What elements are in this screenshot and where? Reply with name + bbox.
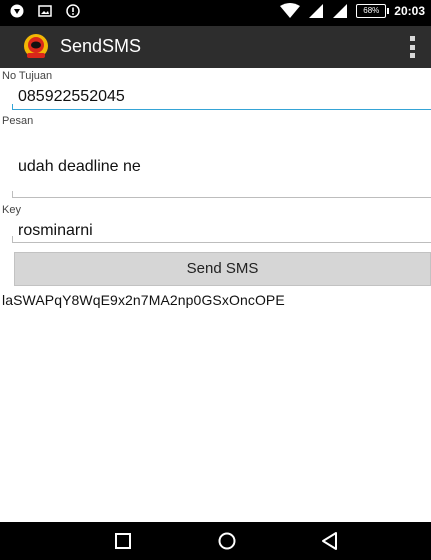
signal-app-icon bbox=[10, 4, 24, 18]
send-sms-button[interactable]: Send SMS bbox=[14, 252, 431, 286]
status-time: 20:03 bbox=[394, 4, 425, 18]
battery-icon: 68% bbox=[356, 4, 390, 18]
cell-signal-icon bbox=[309, 4, 324, 18]
home-icon[interactable] bbox=[215, 530, 239, 552]
battery-level: 68% bbox=[363, 6, 380, 15]
app-title: SendSMS bbox=[60, 36, 142, 56]
message-field[interactable]: udah deadline ne bbox=[12, 132, 431, 198]
recipient-label: No Tujuan bbox=[2, 70, 53, 82]
recipient-field-tick bbox=[12, 104, 13, 110]
image-icon bbox=[38, 5, 52, 17]
cell-signal-icon bbox=[333, 4, 348, 18]
alert-icon bbox=[66, 4, 80, 18]
app-logo-icon bbox=[24, 34, 48, 58]
key-field[interactable]: rosminarni bbox=[12, 222, 431, 243]
recipient-value: 085922552045 bbox=[18, 88, 125, 105]
recipient-field[interactable]: 085922552045 bbox=[12, 88, 431, 110]
overflow-menu-icon[interactable] bbox=[407, 36, 417, 58]
message-field-tick bbox=[12, 191, 13, 198]
message-label: Pesan bbox=[2, 115, 34, 127]
message-value: udah deadline ne bbox=[18, 158, 141, 175]
key-value: rosminarni bbox=[18, 222, 93, 239]
key-label: Key bbox=[2, 204, 21, 216]
back-icon[interactable] bbox=[318, 530, 342, 552]
encrypted-output-text: laSWAPqY8WqE9x2n7MA2np0GSxOncOPE bbox=[2, 292, 285, 308]
navigation-bar bbox=[0, 522, 431, 560]
key-field-tick bbox=[12, 236, 13, 243]
status-bar: 68% 20:03 bbox=[0, 0, 431, 26]
action-bar: SendSMS bbox=[0, 26, 431, 68]
recents-icon[interactable] bbox=[111, 530, 135, 552]
wifi-icon bbox=[280, 3, 301, 18]
